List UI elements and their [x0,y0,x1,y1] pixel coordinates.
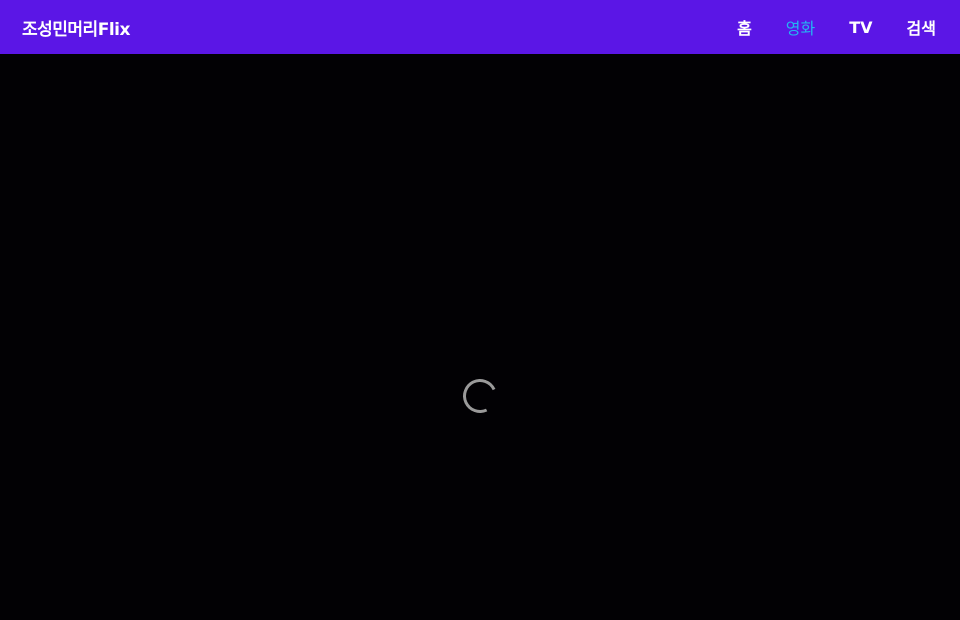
app: 조성민머리Flix 홈 영화 TV 검색 [0,0,960,620]
nav-home[interactable]: 홈 [737,15,752,39]
nav-tv[interactable]: TV [849,18,872,37]
top-nav-bar: 조성민머리Flix 홈 영화 TV 검색 [0,0,960,54]
loading-spinner-icon [458,374,502,418]
site-logo[interactable]: 조성민머리Flix [22,15,130,40]
nav-search[interactable]: 검색 [907,15,936,39]
main-nav: 홈 영화 TV 검색 [703,15,936,39]
main-content [0,54,960,620]
nav-movies[interactable]: 영화 [786,15,815,39]
